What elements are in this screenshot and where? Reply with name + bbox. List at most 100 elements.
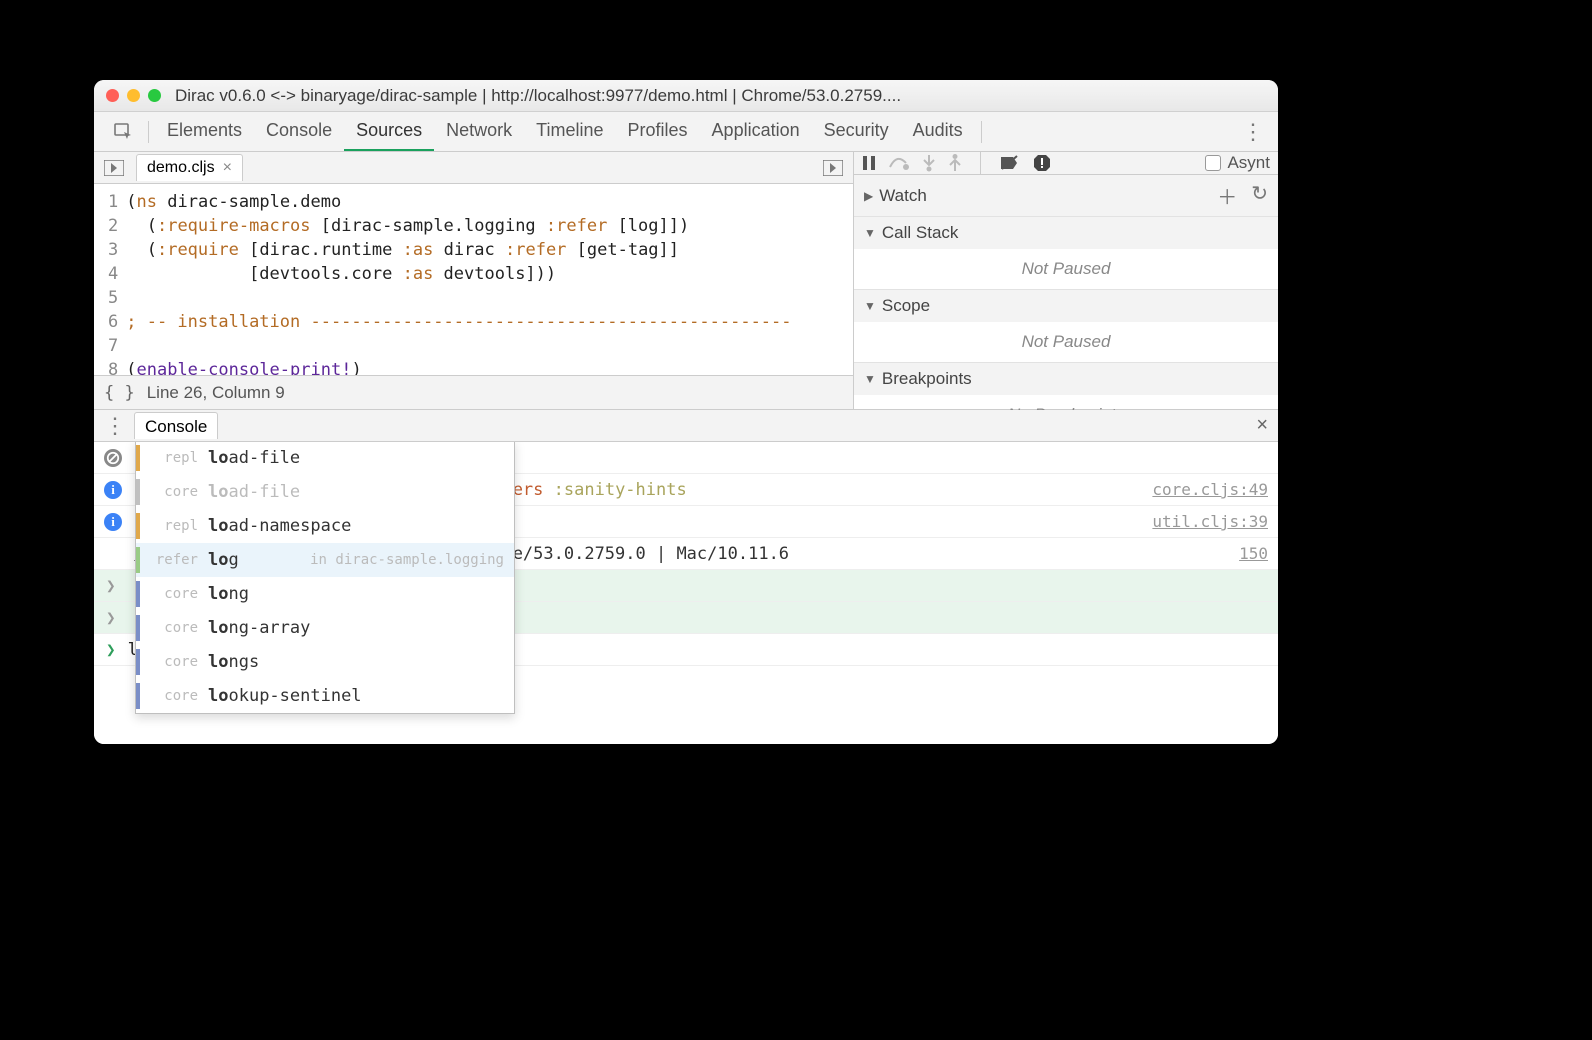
close-window-button[interactable] (106, 89, 119, 102)
chevron-down-icon: ▼ (864, 226, 876, 240)
tab-console[interactable]: Console (254, 112, 344, 151)
autocomplete-namespace: core (150, 581, 198, 607)
autocomplete-name: log (208, 547, 239, 573)
inspect-element-icon[interactable] (106, 122, 142, 142)
tab-elements[interactable]: Elements (155, 112, 254, 151)
autocomplete-namespace: core (150, 479, 198, 505)
step-over-icon[interactable] (888, 155, 910, 171)
tab-audits[interactable]: Audits (901, 112, 975, 151)
close-icon[interactable]: × (1256, 414, 1268, 437)
chevron-right-icon: ▶ (864, 189, 873, 203)
drawer-tabs: ⋮ Console × (94, 410, 1278, 442)
content-split: demo.cljs × 123456789 (ns dirac-sample.d… (94, 152, 1278, 410)
file-tab[interactable]: demo.cljs × (136, 154, 243, 181)
zoom-window-button[interactable] (148, 89, 161, 102)
pretty-print-icon[interactable]: { } (104, 383, 135, 403)
add-watch-icon[interactable]: ＋ (1217, 181, 1237, 210)
autocomplete-namespace: core (150, 649, 198, 675)
autocomplete-item[interactable]: replload-namespace (136, 509, 514, 543)
autocomplete-namespace: core (150, 683, 198, 709)
line-gutter: 123456789 (94, 184, 126, 375)
autocomplete-bar (136, 547, 140, 573)
main-tabs: ElementsConsoleSourcesNetworkTimelinePro… (155, 112, 975, 151)
refresh-icon[interactable]: ↻ (1251, 181, 1268, 210)
titlebar: Dirac v0.6.0 <-> binaryage/dirac-sample … (94, 80, 1278, 112)
checkbox-icon[interactable] (1205, 155, 1221, 171)
code-editor[interactable]: 123456789 (ns dirac-sample.demo (:requir… (94, 184, 853, 375)
autocomplete-item[interactable]: core long (136, 577, 514, 611)
autocomplete-name: load-file (208, 479, 300, 505)
main-toolbar: ElementsConsoleSourcesNetworkTimelinePro… (94, 112, 1278, 152)
callstack-header[interactable]: ▼ Call Stack (854, 217, 1278, 249)
pause-on-exceptions-icon[interactable] (1033, 154, 1051, 172)
devtools-window: Dirac v0.6.0 <-> binaryage/dirac-sample … (94, 80, 1278, 744)
autocomplete-namespace: repl (150, 445, 198, 471)
autocomplete-name: load-namespace (208, 513, 351, 539)
kebab-menu-icon[interactable]: ⋮ (1228, 119, 1278, 145)
chevron-right-icon: ❯ (106, 576, 116, 595)
tab-security[interactable]: Security (812, 112, 901, 151)
log-source-link[interactable]: core.cljs:49 (1152, 480, 1268, 499)
tab-application[interactable]: Application (700, 112, 812, 151)
debugger-toolbar: Asynt (854, 152, 1278, 175)
file-tab-name: demo.cljs (147, 159, 215, 177)
autocomplete-bar (136, 649, 140, 675)
deactivate-breakpoints-icon[interactable] (999, 154, 1021, 172)
watch-header[interactable]: ▶ Watch ＋ ↻ (854, 175, 1278, 216)
autocomplete-bar (136, 581, 140, 607)
code-body: (ns dirac-sample.demo (:require-macros [… (126, 184, 791, 375)
tab-profiles[interactable]: Profiles (616, 112, 700, 151)
tab-sources[interactable]: Sources (344, 112, 434, 151)
minimize-window-button[interactable] (127, 89, 140, 102)
navigator-toggle-icon[interactable] (100, 160, 128, 176)
close-icon[interactable]: × (223, 159, 232, 177)
log-source-link[interactable]: 150 (1239, 544, 1268, 563)
autocomplete-item[interactable]: corelongs (136, 645, 514, 679)
autocomplete-item[interactable]: core long-array (136, 611, 514, 645)
console-drawer: ⋮ Console × replload-file core load-file re… (94, 410, 1278, 744)
callstack-section: ▼ Call Stack Not Paused (854, 217, 1278, 290)
step-into-icon[interactable] (922, 154, 936, 172)
drawer-tab-console[interactable]: Console (134, 412, 218, 439)
autocomplete-name: long-array (208, 615, 310, 641)
source-tabs-bar: demo.cljs × (94, 152, 853, 184)
autocomplete-item[interactable]: replload-file (136, 442, 514, 475)
toolbar-divider (981, 121, 982, 143)
async-checkbox[interactable]: Asynt (1205, 153, 1270, 173)
pause-icon[interactable] (862, 155, 876, 171)
scope-label: Scope (882, 296, 930, 316)
chevron-down-icon: ▼ (864, 299, 876, 313)
drawer-tab-label: Console (145, 417, 207, 436)
breakpoints-label: Breakpoints (882, 369, 972, 389)
info-icon: i (104, 481, 122, 499)
autocomplete-item[interactable]: corelookup-sentinel (136, 679, 514, 713)
autocomplete-namespace: core (150, 615, 198, 641)
autocomplete-bar (136, 513, 140, 539)
debugger-sidebar: Asynt ▶ Watch ＋ ↻ ▼ Call Stack No (854, 152, 1278, 409)
kebab-menu-icon[interactable]: ⋮ (104, 413, 134, 439)
autocomplete-item[interactable]: core load-file (136, 475, 514, 509)
prompt-icon: ❯ (106, 640, 116, 659)
scope-header[interactable]: ▼ Scope (854, 290, 1278, 322)
log-source-link[interactable]: util.cljs:39 (1152, 512, 1268, 531)
traffic-lights (106, 89, 161, 102)
autocomplete-bar (136, 445, 140, 471)
tab-timeline[interactable]: Timeline (524, 112, 615, 151)
cursor-position: Line 26, Column 9 (147, 383, 285, 403)
tab-network[interactable]: Network (434, 112, 524, 151)
breakpoints-header[interactable]: ▼ Breakpoints (854, 363, 1278, 395)
async-label: Asynt (1227, 153, 1270, 173)
chevron-right-icon: ❯ (106, 608, 116, 627)
step-out-icon[interactable] (948, 154, 962, 172)
run-snippet-icon[interactable] (819, 160, 847, 176)
autocomplete-name: long (208, 581, 249, 607)
sources-panel: demo.cljs × 123456789 (ns dirac-sample.d… (94, 152, 854, 409)
window-title: Dirac v0.6.0 <-> binaryage/dirac-sample … (175, 86, 901, 106)
scope-body: Not Paused (854, 322, 1278, 362)
watch-label: Watch (879, 186, 927, 206)
toolbar-divider (148, 121, 149, 143)
block-icon (104, 449, 122, 467)
console-body: replload-filecoreload-filereplload-names… (94, 442, 1278, 744)
autocomplete-bar (136, 683, 140, 709)
autocomplete-item[interactable]: referlogin dirac-sample.logging (136, 543, 514, 577)
